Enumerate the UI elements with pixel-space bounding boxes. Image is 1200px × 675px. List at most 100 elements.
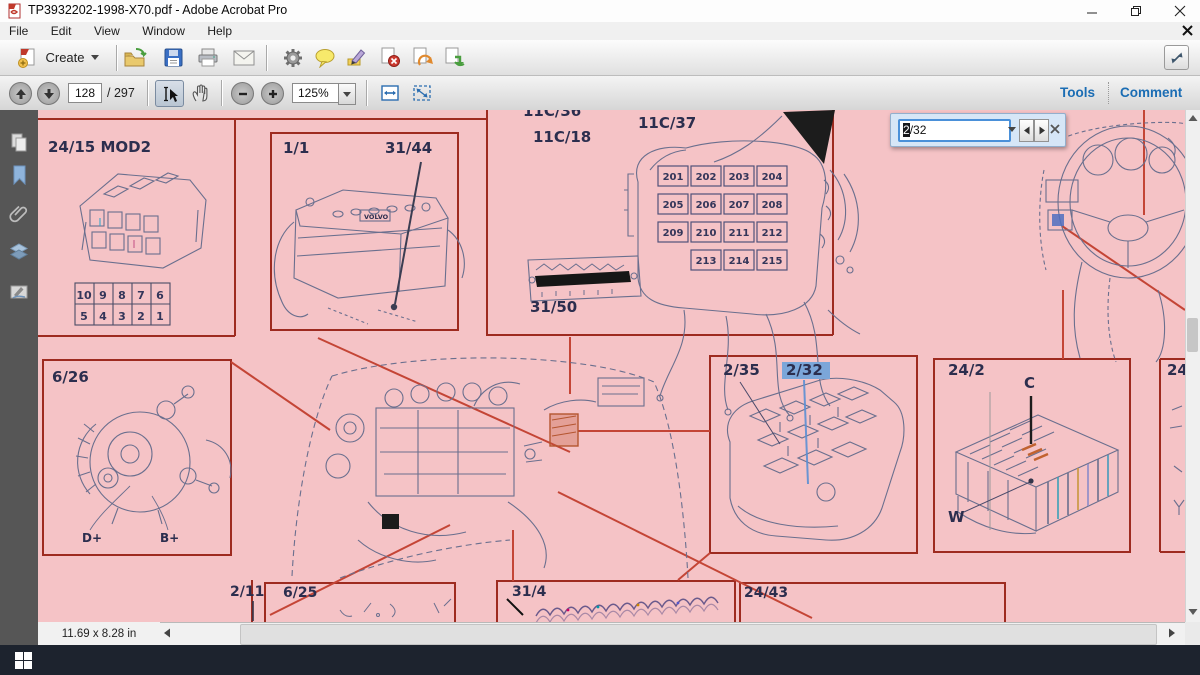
comment-panel-button[interactable]: Comment <box>1120 85 1182 100</box>
zoom-in-button[interactable] <box>261 82 284 105</box>
svg-text:212: 212 <box>762 228 783 239</box>
delete-pages-button[interactable] <box>375 44 405 71</box>
zoom-level-input[interactable]: 125% <box>292 83 343 103</box>
acrobat-window: TP3932202-1998-X70.pdf - Adobe Acrobat P… <box>0 0 1200 675</box>
find-input[interactable]: 2/32 <box>898 119 1011 142</box>
label-fusebox: 11C/37 <box>638 114 696 132</box>
sidebar-footer <box>0 622 38 645</box>
down-triangle-icon <box>1188 608 1198 616</box>
scroll-down-button[interactable] <box>1188 608 1198 616</box>
connector-sketch <box>80 173 206 268</box>
find-next-button[interactable] <box>1034 119 1049 142</box>
open-button[interactable] <box>120 44 150 71</box>
find-dropdown-icon[interactable] <box>1008 127 1016 132</box>
svg-text:215: 215 <box>762 256 783 267</box>
svg-text:206: 206 <box>696 200 717 211</box>
scroll-right-button[interactable] <box>1168 628 1176 638</box>
save-other-button[interactable] <box>439 44 469 71</box>
open-folder-icon <box>123 47 147 69</box>
label-central-unit: 24/2 <box>948 361 985 379</box>
toolbar-separator <box>221 80 222 106</box>
windows-taskbar: 12:20 PM 4/3/2020 3 <box>0 645 1200 675</box>
print-icon <box>197 47 219 68</box>
fuse-grid: 201 202 203 204 205 206 207 208 209 210 … <box>658 166 787 270</box>
comment-bubble-button[interactable] <box>310 44 340 71</box>
zoom-dropdown-button[interactable] <box>338 83 356 105</box>
menu-edit[interactable]: Edit <box>42 22 81 40</box>
find-previous-button[interactable] <box>1019 119 1034 142</box>
label-alternator-b: B+ <box>160 531 179 545</box>
create-button[interactable]: Create <box>8 44 108 71</box>
signatures-icon[interactable] <box>9 282 29 302</box>
horizontal-scroll-thumb[interactable] <box>240 624 1157 645</box>
fill-sign-button[interactable] <box>342 44 372 71</box>
svg-text:204: 204 <box>762 172 783 183</box>
fit-page-button[interactable] <box>408 80 435 105</box>
export-pdf-button[interactable] <box>407 44 437 71</box>
layers-icon[interactable] <box>9 242 29 262</box>
menu-file[interactable]: File <box>0 22 37 40</box>
label-relaybox: 2/35 <box>723 361 760 379</box>
previous-page-button[interactable] <box>9 82 32 105</box>
highlighted-component <box>550 414 578 446</box>
save-button[interactable] <box>158 44 188 71</box>
page-delete-icon <box>379 47 401 68</box>
arrow-left-icon <box>1023 126 1031 135</box>
menubar-close-icon[interactable] <box>1182 25 1193 36</box>
label-connector: 24/15 MOD2 <box>48 138 151 156</box>
fit-width-button[interactable] <box>376 80 403 105</box>
start-button[interactable] <box>0 645 46 675</box>
attachments-icon[interactable] <box>9 204 29 224</box>
hand-icon <box>191 83 209 102</box>
menu-window[interactable]: Window <box>133 22 194 40</box>
right-partial-sketch <box>1170 406 1184 515</box>
page-thumbnails-icon[interactable] <box>9 132 29 152</box>
settings-button[interactable] <box>278 44 308 71</box>
menu-help[interactable]: Help <box>198 22 241 40</box>
svg-text:3: 3 <box>118 310 126 323</box>
page-count-label: / 297 <box>107 86 135 100</box>
close-button[interactable] <box>1160 0 1200 22</box>
speech-bubble-icon <box>314 47 336 68</box>
scroll-up-button[interactable] <box>1188 114 1198 122</box>
label-relaybox-hit: 2/32 <box>786 361 823 379</box>
window-title: TP3932202-1998-X70.pdf - Adobe Acrobat P… <box>28 3 287 17</box>
svg-text:8: 8 <box>118 289 126 302</box>
gear-icon <box>282 47 304 69</box>
pdf-page[interactable]: 10 9 8 7 6 5 4 3 2 1 <box>38 110 1185 622</box>
pdf-page-canvas: 10 9 8 7 6 5 4 3 2 1 <box>38 110 1185 622</box>
left-triangle-icon <box>163 628 171 638</box>
select-tool-button[interactable] <box>155 80 184 107</box>
down-arrow-icon <box>43 88 55 100</box>
toolbar-separator <box>266 45 267 71</box>
minimize-button[interactable] <box>1072 0 1112 22</box>
chevron-down-icon <box>343 92 351 97</box>
up-triangle-icon <box>1188 114 1198 122</box>
find-close-button[interactable] <box>1050 124 1060 134</box>
label-fusebox-top: 11C/36 <box>523 110 581 120</box>
svg-text:205: 205 <box>663 200 684 211</box>
print-button[interactable] <box>193 44 223 71</box>
email-button[interactable] <box>229 44 259 71</box>
expand-toolbar-button[interactable] <box>1164 45 1189 70</box>
hand-tool-button[interactable] <box>186 80 213 105</box>
scroll-left-button[interactable] <box>163 628 171 638</box>
restore-button[interactable] <box>1116 0 1156 22</box>
diagram-grid-borders <box>38 110 1185 622</box>
black-wedge-shape <box>783 110 835 164</box>
svg-text:203: 203 <box>729 172 750 183</box>
page-number-input[interactable]: 128 <box>68 83 102 103</box>
label-bottom-2: 6/25 <box>283 585 317 601</box>
vertical-scrollbar[interactable] <box>1185 110 1200 622</box>
zoom-out-button[interactable] <box>231 82 254 105</box>
right-triangle-icon <box>1168 628 1176 638</box>
tools-panel-button[interactable]: Tools <box>1060 85 1095 100</box>
bookmarks-icon[interactable] <box>9 165 29 185</box>
main-toolbar: Create <box>0 40 1200 76</box>
title-bar: TP3932202-1998-X70.pdf - Adobe Acrobat P… <box>0 0 1200 23</box>
next-page-button[interactable] <box>37 82 60 105</box>
vertical-scroll-thumb[interactable] <box>1187 318 1198 352</box>
search-hit-leader-line <box>804 380 808 484</box>
menu-view[interactable]: View <box>85 22 129 40</box>
minus-icon <box>237 88 249 100</box>
